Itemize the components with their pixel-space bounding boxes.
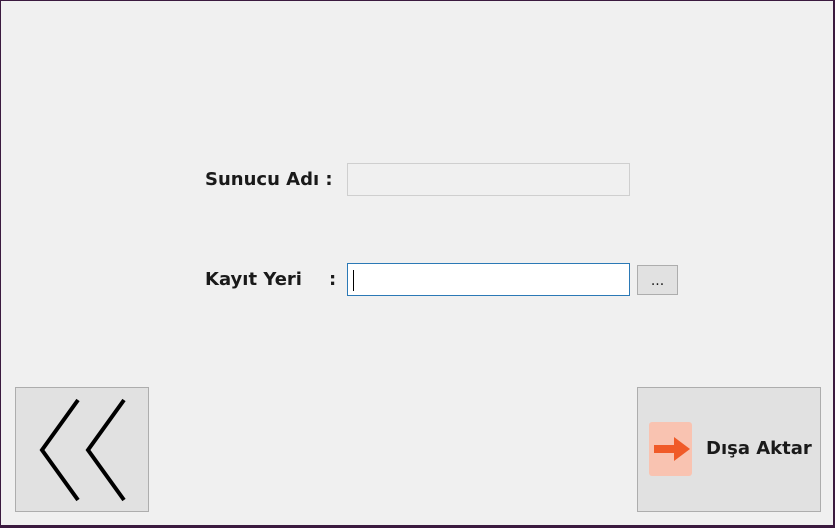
double-chevron-left-icon (39, 398, 126, 502)
browse-button[interactable]: ... (637, 265, 678, 295)
save-location-label: Kayıt Yeri (205, 269, 302, 290)
save-location-field[interactable] (347, 263, 630, 296)
save-location-colon: : (329, 269, 337, 290)
server-name-label: Sunucu Adı : (205, 169, 333, 190)
server-name-field[interactable] (347, 163, 630, 196)
text-caret (353, 270, 354, 291)
export-icon-background (649, 422, 692, 476)
back-button[interactable] (15, 387, 149, 512)
export-dialog: Sunucu Adı : Kayıt Yeri : ... Dışa Aktar (1, 1, 833, 525)
arrow-right-icon (654, 437, 690, 461)
export-label: Dışa Aktar (706, 438, 812, 459)
export-button[interactable]: Dışa Aktar (637, 387, 821, 512)
